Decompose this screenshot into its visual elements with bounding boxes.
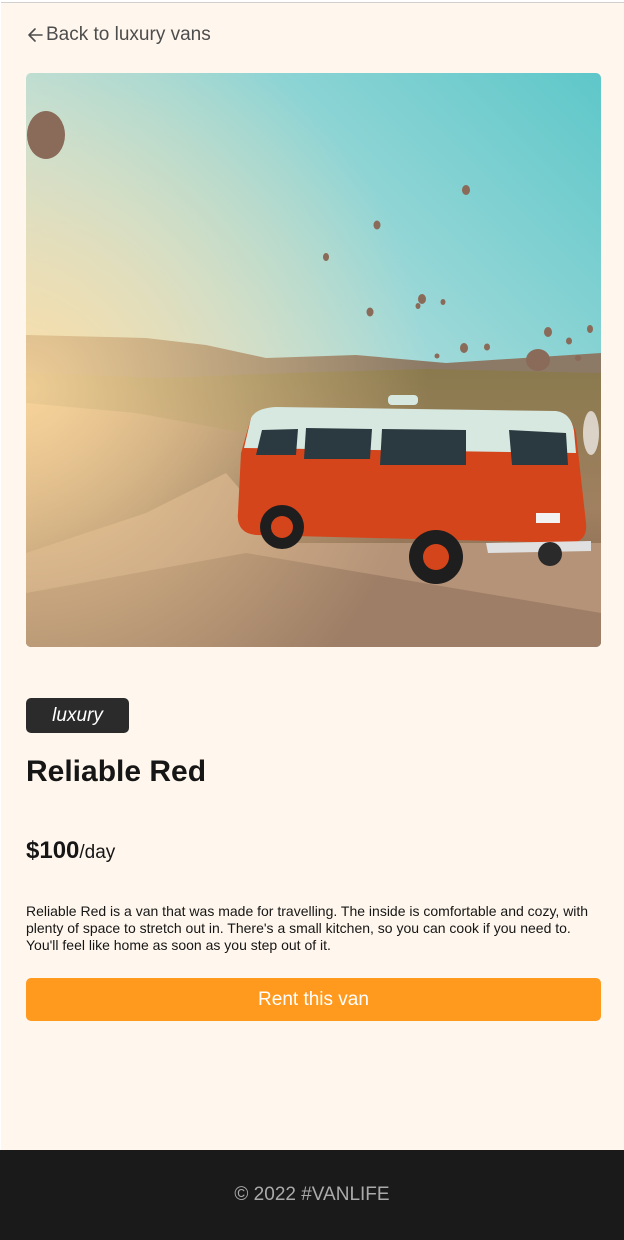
van-name: Reliable Red bbox=[26, 755, 207, 788]
price-unit: /day bbox=[79, 842, 116, 863]
rent-van-button[interactable]: Rent this van bbox=[26, 978, 601, 1021]
arrow-left-icon bbox=[28, 28, 43, 42]
van-type-badge: luxury bbox=[26, 698, 129, 733]
price-amount: $100 bbox=[26, 837, 80, 864]
van-detail-page: Back to luxury vans luxury Reliable Red … bbox=[1, 2, 624, 1150]
footer: © 2022 #VANLIFE bbox=[0, 1150, 624, 1240]
back-link[interactable]: Back to luxury vans bbox=[26, 24, 211, 46]
van-image bbox=[26, 73, 601, 647]
van-description: Reliable Red is a van that was made for … bbox=[26, 903, 589, 953]
footer-copyright: © 2022 #VANLIFE bbox=[234, 1184, 390, 1205]
van-price: $100/day bbox=[26, 837, 115, 865]
back-link-label: Back to luxury vans bbox=[46, 24, 211, 45]
